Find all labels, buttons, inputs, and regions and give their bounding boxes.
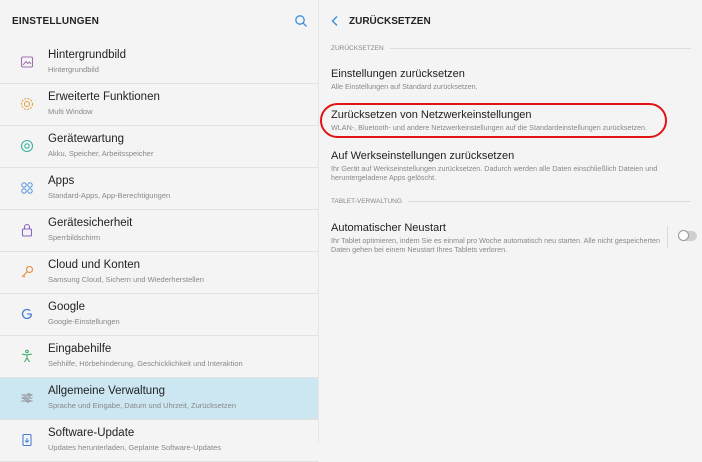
section-header-reset-label: ZURÜCKSETZEN: [331, 45, 384, 52]
sidebar-item-erweiterte-funktionen[interactable]: Erweiterte Funktionen Multi Window: [0, 84, 318, 126]
red-highlight-annotation: [320, 103, 667, 138]
reset-settings-desc: Alle Einstellungen auf Standard zurückse…: [331, 82, 478, 91]
sidebar-item-google[interactable]: Google Google-Einstellungen: [0, 294, 318, 336]
key-icon: [19, 264, 35, 280]
settings-list: Hintergrundbild Hintergrundbild Erweiterte…: [0, 42, 318, 462]
settings-panel: EINSTELLUNGEN Hintergrundbild Hintergrund…: [0, 0, 318, 462]
auto-restart-desc: Ihr Tablet optimieren, indem Sie es einm…: [331, 236, 660, 254]
reset-title: ZURÜCKSETZEN: [349, 15, 431, 27]
section-header-tablet-label: TABLET-VERWALTUNG: [331, 198, 402, 205]
sidebar-item-title: Hintergrundbild: [48, 49, 126, 61]
sidebar-item-subtitle: Updates herunterladen, Geplante Software…: [48, 443, 222, 452]
sidebar-item-subtitle: Sehhilfe, Hörbehinderung, Geschicklichke…: [48, 359, 243, 368]
reset-settings-item[interactable]: Einstellungen zurücksetzen Alle Einstell…: [331, 68, 681, 91]
apps-icon: [19, 180, 35, 196]
sidebar-item-hintergrundbild[interactable]: Hintergrundbild Hintergrundbild: [0, 42, 318, 84]
section-header-tablet: TABLET-VERWALTUNG: [331, 198, 691, 205]
sidebar-item-title: Erweiterte Funktionen: [48, 91, 160, 103]
general-management-icon: [19, 390, 35, 406]
search-icon[interactable]: [294, 14, 308, 28]
sidebar-item-title: Eingabehilfe: [48, 343, 112, 355]
sidebar-item-gerätewartung[interactable]: Gerätewartung Akku, Speicher, Arbeitsspei…: [0, 126, 318, 168]
factory-reset-title: Auf Werkseinstellungen zurücksetzen: [331, 150, 515, 162]
sidebar-item-title: Gerätewartung: [48, 133, 125, 145]
section-header-reset: ZURÜCKSETZEN: [331, 45, 691, 52]
reset-settings-title: Einstellungen zurücksetzen: [331, 68, 465, 80]
toggle-separator: [667, 226, 668, 248]
sidebar-item-subtitle: Sprache und Eingabe, Datum und Uhrzeit, …: [48, 401, 237, 410]
sidebar-item-eingabehilfe[interactable]: Eingabehilfe Sehhilfe, Hörbehinderung, Ge…: [0, 336, 318, 378]
reset-header: ZURÜCKSETZEN: [319, 0, 702, 42]
sidebar-item-title: Gerätesicherheit: [48, 217, 133, 229]
sidebar-item-subtitle: Google-Einstellungen: [48, 317, 120, 326]
sidebar-item-title: Google: [48, 301, 86, 313]
sidebar-item-cloud-und-konten[interactable]: Cloud und Konten Samsung Cloud, Sichern u…: [0, 252, 318, 294]
software-update-icon: [19, 432, 35, 448]
toggle-knob: [678, 230, 689, 241]
sidebar-item-title: Allgemeine Verwaltung: [48, 385, 165, 397]
device-maintenance-icon: [19, 138, 35, 154]
settings-title: EINSTELLUNGEN: [12, 15, 100, 27]
sidebar-item-subtitle: Multi Window: [48, 107, 93, 116]
accessibility-icon: [19, 348, 35, 364]
wallpaper-icon: [19, 54, 35, 70]
google-icon: [19, 306, 35, 322]
lock-icon: [19, 222, 35, 238]
factory-reset-desc: Ihr Gerät auf Werkseinstellungen zurücks…: [331, 164, 658, 182]
auto-restart-title: Automatischer Neustart: [331, 222, 446, 234]
back-arrow-icon[interactable]: [329, 15, 341, 27]
auto-restart-item[interactable]: Automatischer Neustart Ihr Tablet optimi…: [331, 222, 661, 254]
factory-reset-item[interactable]: Auf Werkseinstellungen zurücksetzen Ihr …: [331, 150, 681, 182]
sidebar-item-title: Apps: [48, 175, 75, 187]
sidebar-item-title: Software-Update: [48, 427, 135, 439]
settings-header: EINSTELLUNGEN: [0, 0, 318, 42]
auto-restart-toggle[interactable]: [678, 230, 697, 241]
sidebar-item-subtitle: Hintergrundbild: [48, 65, 99, 74]
sidebar-item-subtitle: Sperrbildschirm: [48, 233, 101, 242]
advanced-features-icon: [19, 96, 35, 112]
sidebar-item-subtitle: Standard-Apps, App-Berechtigungen: [48, 191, 171, 200]
sidebar-item-subtitle: Akku, Speicher, Arbeitsspeicher: [48, 149, 154, 158]
sidebar-item-title: Cloud und Konten: [48, 259, 141, 271]
sidebar-item-software-update[interactable]: Software-Update Updates herunterladen, Ge…: [0, 420, 318, 462]
sidebar-item-gerätesicherheit[interactable]: Gerätesicherheit Sperrbildschirm: [0, 210, 318, 252]
sidebar-item-apps[interactable]: Apps Standard-Apps, App-Berechtigungen: [0, 168, 318, 210]
sidebar-item-subtitle: Samsung Cloud, Sichern und Wiederherstel…: [48, 275, 204, 284]
sidebar-item-allgemeine-verwaltung[interactable]: Allgemeine Verwaltung Sprache und Eingabe…: [0, 378, 318, 420]
